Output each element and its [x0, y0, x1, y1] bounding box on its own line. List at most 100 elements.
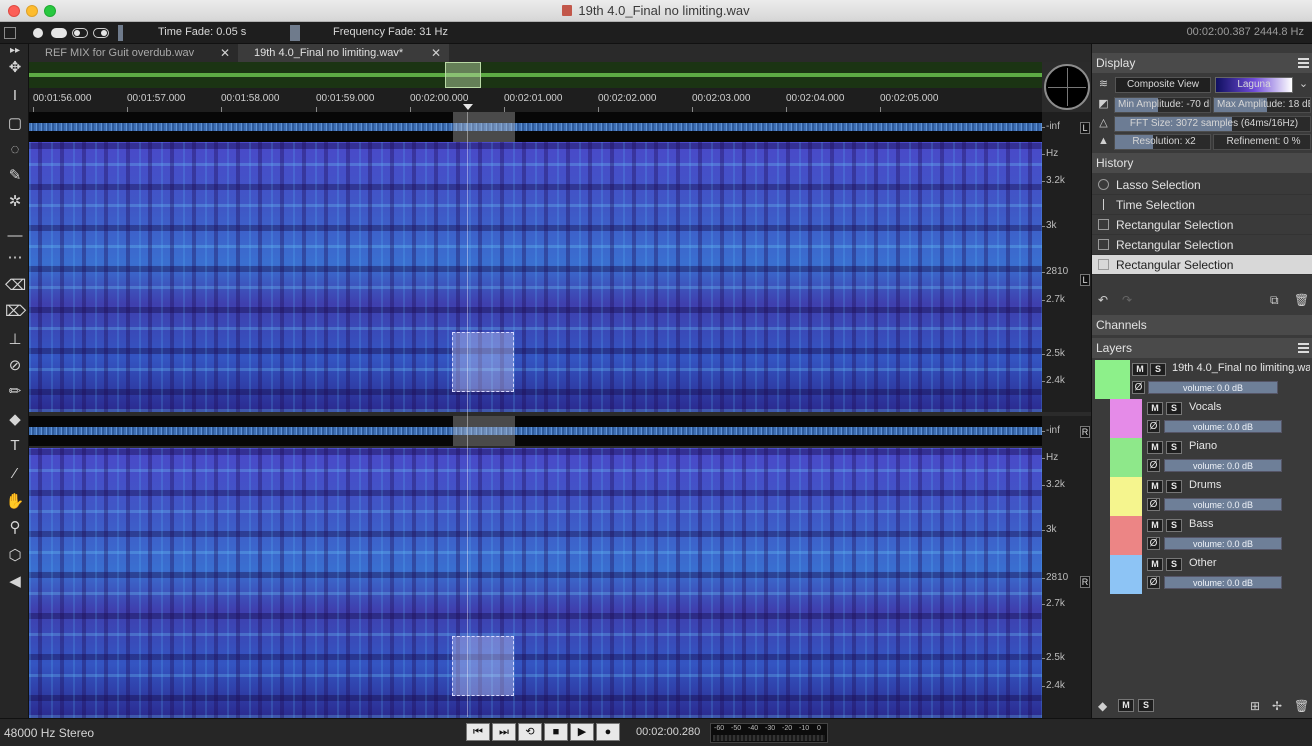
right-spectrogram[interactable] — [29, 448, 1042, 718]
layers-menu-icon[interactable] — [1298, 343, 1309, 353]
resolution-slider[interactable]: Resolution: x2 — [1114, 134, 1211, 150]
layer-master[interactable]: M S 19th 4.0_Final no limiting.wav Ø vol… — [1092, 360, 1312, 399]
solo-button[interactable]: S — [1166, 402, 1182, 415]
history-header[interactable]: History — [1092, 153, 1312, 173]
layer-other[interactable]: M S Other Ø volume: 0.0 dB — [1092, 555, 1312, 594]
loop-button[interactable]: ⟲ — [518, 723, 542, 741]
solo-all-button[interactable]: S — [1138, 699, 1154, 712]
solo-button[interactable]: S — [1166, 441, 1182, 454]
phase-invert-button[interactable]: Ø — [1147, 459, 1160, 472]
layer-color-swatch[interactable] — [1110, 399, 1142, 438]
brush-selection-icon[interactable]: ✎ — [5, 166, 25, 186]
min-amplitude-slider[interactable]: Min Amplitude: -70 dB — [1114, 97, 1211, 113]
timeline-ruler[interactable]: 00:01:56.000 00:01:57.000 00:01:58.000 0… — [29, 88, 1042, 112]
skip-back-button[interactable]: ⏮ — [466, 723, 490, 741]
phase-invert-button[interactable]: Ø — [1132, 381, 1145, 394]
layer-bass[interactable]: M S Bass Ø volume: 0.0 dB — [1092, 516, 1312, 555]
refinement-slider[interactable]: Refinement: 0 % — [1213, 134, 1311, 150]
rectangle-selection-icon[interactable]: ▢ — [5, 114, 25, 134]
volume-slider[interactable]: volume: 0.0 dB — [1164, 459, 1282, 472]
fft-size-slider[interactable]: FFT Size: 3072 samples (64ms/16Hz) — [1114, 116, 1311, 132]
play-button[interactable]: ▶ — [570, 723, 594, 741]
toggle-left-icon[interactable] — [72, 28, 88, 38]
fade-line-icon[interactable]: — — [5, 226, 25, 246]
close-tab-icon[interactable]: ✕ — [431, 44, 441, 62]
playhead-marker[interactable] — [463, 104, 473, 110]
overview-view-window[interactable] — [445, 62, 481, 88]
speaker-icon[interactable]: ◀ — [5, 572, 25, 592]
composite-view-button[interactable]: Composite View — [1115, 77, 1211, 93]
clone-stamp-icon[interactable]: ⊥ — [5, 330, 25, 350]
history-item[interactable]: Time Selection — [1092, 195, 1312, 215]
undo-icon[interactable]: ↶ — [1098, 293, 1108, 307]
display-menu-icon[interactable] — [1298, 58, 1309, 68]
history-item[interactable]: Rectangular Selection — [1092, 235, 1312, 255]
display-header[interactable]: Display — [1092, 53, 1312, 73]
split-icon[interactable]: ✢ — [1272, 699, 1282, 713]
left-waveform[interactable] — [29, 112, 1042, 142]
volume-slider[interactable]: volume: 0.0 dB — [1164, 537, 1282, 550]
history-item[interactable]: Rectangular Selection — [1092, 215, 1312, 235]
volume-slider[interactable]: volume: 0.0 dB — [1164, 420, 1282, 433]
layer-vocals[interactable]: M S Vocals Ø volume: 0.0 dB — [1092, 399, 1312, 438]
volume-slider[interactable]: volume: 0.0 dB — [1164, 576, 1282, 589]
mute-button[interactable]: M — [1147, 558, 1163, 571]
trash-icon[interactable]: 🗑 — [1294, 699, 1309, 713]
layer-piano[interactable]: M S Piano Ø volume: 0.0 dB — [1092, 438, 1312, 477]
rectangular-selection[interactable] — [452, 636, 514, 696]
layer-color-swatch[interactable] — [1110, 438, 1142, 477]
bucket-icon[interactable]: ◆ — [5, 410, 25, 430]
volume-slider[interactable]: volume: 0.0 dB — [1164, 498, 1282, 511]
overview-strip[interactable] — [29, 62, 1042, 88]
stop-button[interactable]: ■ — [544, 723, 568, 741]
mute-button[interactable]: M — [1147, 402, 1163, 415]
redo-icon[interactable]: ↷ — [1122, 293, 1132, 307]
solo-button[interactable]: S — [1166, 480, 1182, 493]
rectangular-selection[interactable] — [452, 332, 514, 392]
time-fade-field[interactable]: Time Fade: 0.05 s — [158, 26, 246, 38]
move-tool-icon[interactable]: ✥ — [5, 58, 25, 78]
square-tool-icon[interactable] — [4, 27, 16, 39]
magic-wand-icon[interactable]: ✲ — [5, 192, 25, 212]
left-spectrogram[interactable] — [29, 142, 1042, 412]
mute-button[interactable]: M — [1147, 519, 1163, 532]
bucket-icon[interactable]: ◆ — [1098, 699, 1107, 713]
tab-final-no-limiting[interactable]: 19th 4.0_Final no limiting.wav* ✕ — [238, 44, 449, 62]
duplicate-icon[interactable]: ⧉ — [1270, 293, 1279, 308]
mute-button[interactable]: M — [1147, 480, 1163, 493]
trash-icon[interactable]: 🗑 — [1294, 293, 1309, 307]
tab-ref-mix[interactable]: REF MIX for Guit overdub.wav ✕ — [29, 44, 238, 62]
3d-view-icon[interactable]: ⬡ — [5, 546, 25, 566]
phase-invert-button[interactable]: Ø — [1147, 576, 1160, 589]
layers-header[interactable]: Layers — [1092, 338, 1312, 358]
bandage-icon[interactable]: ⊘ — [5, 356, 25, 376]
layer-color-swatch[interactable] — [1110, 555, 1142, 594]
layer-color-swatch[interactable] — [1110, 477, 1142, 516]
harmonic-icon[interactable]: ⋯ — [5, 248, 25, 268]
mute-button[interactable]: M — [1132, 363, 1148, 376]
double-dot-toggle-icon[interactable] — [51, 28, 67, 38]
toggle-right-icon[interactable] — [93, 28, 109, 38]
time-selection-icon[interactable]: I — [5, 86, 25, 106]
history-item-selected[interactable]: Rectangular Selection — [1092, 255, 1312, 275]
close-tab-icon[interactable]: ✕ — [220, 44, 230, 62]
colormap-selector[interactable]: Laguna — [1215, 77, 1293, 93]
right-waveform[interactable] — [29, 416, 1042, 446]
phase-invert-button[interactable]: Ø — [1147, 420, 1160, 433]
pencil-icon[interactable]: ✏ — [5, 382, 25, 402]
solo-button[interactable]: S — [1150, 363, 1166, 376]
record-button[interactable]: ● — [596, 723, 620, 741]
solo-button[interactable]: S — [1166, 519, 1182, 532]
zoom-tool-icon[interactable]: ⚲ — [5, 518, 25, 538]
solo-button[interactable]: S — [1166, 558, 1182, 571]
mute-button[interactable]: M — [1147, 441, 1163, 454]
new-layer-icon[interactable]: ⊞ — [1250, 699, 1260, 713]
text-tool-icon[interactable]: T — [5, 436, 25, 456]
eraser-brush-icon[interactable]: ⌦ — [5, 302, 26, 322]
layer-color-swatch[interactable] — [1110, 516, 1142, 555]
phase-invert-button[interactable]: Ø — [1147, 498, 1160, 511]
mute-all-button[interactable]: M — [1118, 699, 1134, 712]
phase-invert-button[interactable]: Ø — [1147, 537, 1160, 550]
volume-slider[interactable]: volume: 0.0 dB — [1148, 381, 1278, 394]
history-item[interactable]: Lasso Selection — [1092, 175, 1312, 195]
